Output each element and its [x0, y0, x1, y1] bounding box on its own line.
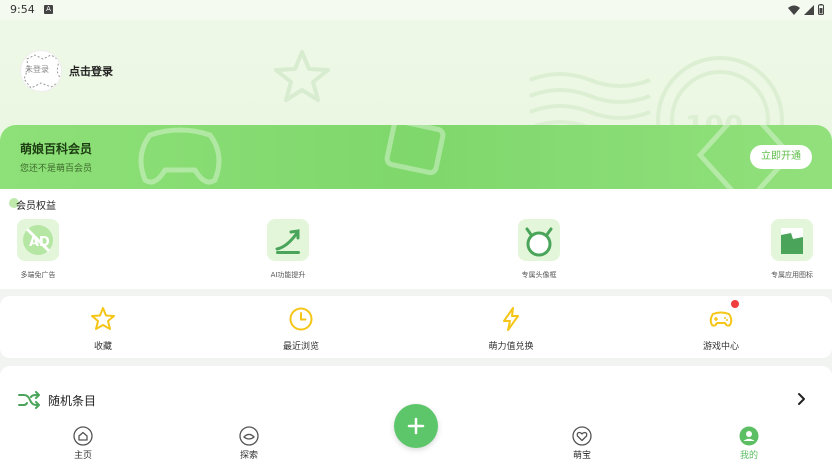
vip-subtitle: 您还不是萌百会员 [20, 164, 93, 174]
benefit-no-ads[interactable]: AD 多端免广告 [8, 219, 68, 280]
vip-title: 萌娘百科会员 [20, 142, 93, 156]
history-button[interactable]: 最近浏览 [261, 306, 341, 352]
explore-icon [239, 426, 259, 446]
benefit-label: 多端免广告 [20, 271, 56, 279]
nav-label: 探索 [239, 451, 258, 461]
nav-label: 我的 [739, 451, 758, 461]
status-icons [788, 4, 824, 15]
shuffle-icon [18, 391, 40, 409]
avatar-text: 未登录 [25, 65, 49, 74]
status-time: 9:54 [10, 3, 35, 16]
lightning-icon [498, 306, 524, 332]
vip-card[interactable]: 萌娘百科会员 您还不是萌百会员 立即开通 [0, 125, 832, 189]
vip-benefits: 会员权益 AD 多端免广告 AI功能提升 专属头像框 专属应用图标 [0, 189, 832, 289]
chevron-right-icon [798, 393, 805, 405]
random-entry-label: 随机条目 [48, 394, 97, 408]
wifi-icon [788, 5, 800, 15]
add-button[interactable] [394, 404, 438, 448]
nav-profile[interactable]: 我的 [719, 426, 779, 461]
quick-label: 最近浏览 [282, 342, 319, 352]
exchange-button[interactable]: 萌力值兑换 [471, 306, 551, 352]
nav-moebao[interactable]: 萌宝 [552, 426, 612, 461]
nav-home[interactable]: 主页 [53, 426, 113, 461]
gamepad-icon [708, 300, 739, 332]
favorites-button[interactable]: 收藏 [63, 306, 143, 352]
benefits-title: 会员权益 [16, 201, 56, 212]
star-decoration-icon [274, 50, 330, 102]
nav-label: 主页 [73, 451, 92, 461]
home-icon [73, 426, 93, 446]
quick-actions: 收藏 最近浏览 萌力值兑换 游戏中心 [0, 296, 832, 358]
benefit-avatar-frame[interactable]: 专属头像框 [509, 219, 569, 280]
avatar[interactable]: 未登录 [20, 50, 62, 92]
heart-icon [572, 426, 592, 446]
nav-explore[interactable]: 探索 [219, 426, 279, 461]
benefit-label: 专属应用图标 [771, 271, 813, 279]
subscribe-button[interactable]: 立即开通 [750, 145, 812, 169]
benefit-label: 专属头像框 [521, 271, 557, 279]
benefit-ai[interactable]: AI功能提升 [258, 219, 318, 280]
game-center-button[interactable]: 游戏中心 [681, 300, 761, 352]
star-icon [90, 306, 116, 332]
plus-icon [407, 417, 425, 435]
app-icon [771, 219, 813, 261]
nav-label: 萌宝 [572, 451, 591, 461]
login-link[interactable]: 点击登录 [69, 63, 113, 79]
gamepad-decoration-icon [138, 127, 222, 185]
trend-up-icon [267, 219, 309, 261]
benefit-label: AI功能提升 [270, 271, 306, 279]
signal-icon [804, 4, 814, 15]
quick-label: 萌力值兑换 [488, 342, 534, 352]
cat-avatar-frame-icon [518, 219, 560, 261]
image-decoration-icon [384, 125, 446, 176]
battery-icon [818, 4, 824, 15]
status-bar: 9:54 A [0, 0, 832, 20]
notification-badge [731, 300, 739, 308]
profile-icon [739, 426, 759, 446]
benefit-app-icon[interactable]: 专属应用图标 [762, 219, 822, 280]
quick-label: 游戏中心 [702, 342, 739, 352]
quick-label: 收藏 [93, 342, 112, 352]
notification-icon: A [44, 5, 53, 14]
no-ad-icon: AD [17, 219, 59, 261]
clock-icon [288, 306, 314, 332]
